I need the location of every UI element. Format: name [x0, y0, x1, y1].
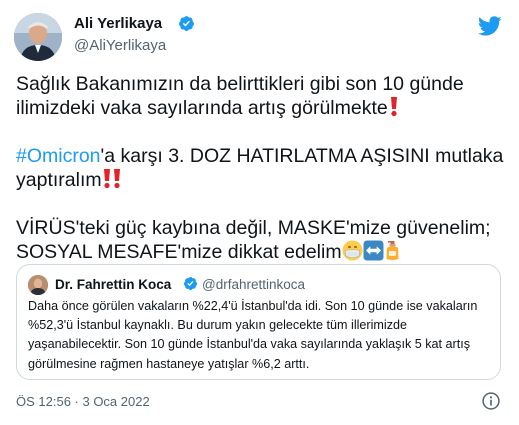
tweet-timestamp[interactable]: ÖS 12:56 · 3 Oca 2022	[16, 394, 150, 409]
tweet-text: Sağlık Bakanımızın da belirttikleri gibi…	[16, 72, 506, 288]
quoted-tweet-text: Daha önce görülen vakaların %22,4'ü İsta…	[28, 299, 478, 371]
tweet-paragraph-1: Sağlık Bakanımızın da belirttikleri gibi…	[16, 72, 506, 123]
author-name[interactable]: Ali Yerlikaya	[74, 15, 162, 32]
tweet-paragraph-3: VİRÜS'teki güç kaybına değil, MASKE'mize…	[16, 216, 506, 267]
quoted-author-handle[interactable]: @drfahrettinkoca	[202, 277, 305, 292]
quoted-author-name[interactable]: Dr. Fahrettin Koca	[55, 277, 171, 292]
author-avatar[interactable]	[14, 13, 62, 61]
twitter-bird-icon[interactable]	[478, 14, 502, 38]
tweet-card: Ali Yerlikaya @AliYerlikaya Sağlık Bakan…	[0, 0, 519, 425]
quoted-tweet[interactable]: Dr. Fahrettin Koca @drfahrettinkoca Daha…	[16, 264, 501, 380]
quoted-verified-badge-icon	[183, 276, 198, 291]
author-handle[interactable]: @AliYerlikaya	[74, 37, 166, 54]
quoted-author-avatar[interactable]	[28, 275, 48, 295]
tweet-paragraph-2: #Omicron'a karşı 3. DOZ HATIRLATMA AŞISI…	[16, 144, 506, 195]
double-exclamation-icon	[102, 168, 122, 195]
medical-mask-face-icon	[342, 240, 363, 267]
left-right-arrow-icon	[363, 240, 384, 267]
verified-badge-icon	[179, 16, 194, 31]
lotion-bottle-icon	[384, 240, 401, 267]
tweet-line-3: VİRÜS'teki güç kaybına değil, MASKE'mize…	[16, 217, 491, 263]
exclamation-icon	[388, 96, 400, 123]
info-icon[interactable]	[481, 391, 501, 411]
omicron-hashtag[interactable]: #Omicron	[16, 145, 101, 167]
